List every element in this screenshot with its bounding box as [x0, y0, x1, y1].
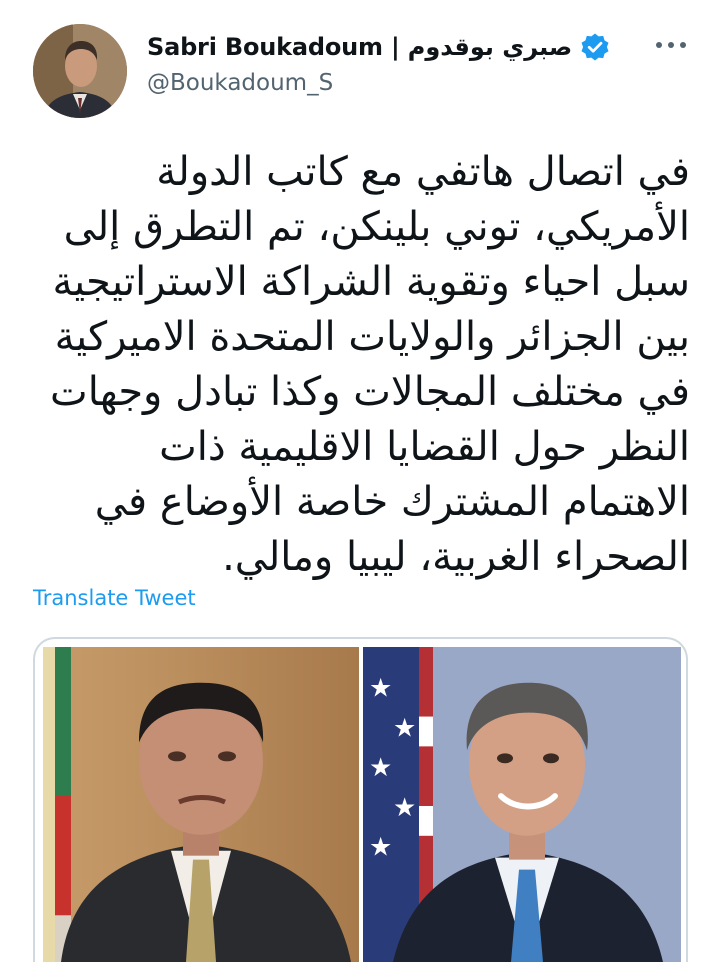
author-avatar[interactable]	[33, 24, 127, 118]
more-horizontal-icon	[656, 42, 662, 48]
translate-tweet-link[interactable]: Translate Tweet	[33, 586, 196, 610]
photo-portrait-left	[43, 647, 359, 962]
profile-photo-icon	[33, 24, 127, 118]
tweet-media[interactable]: ★ ★ ★ ★ ★	[33, 637, 688, 962]
media-photo-left[interactable]	[43, 647, 359, 962]
author-handle[interactable]: @Boukadoum_S	[147, 70, 333, 96]
tweet-text: في اتصال هاتفي مع كاتب الدولة الأمريكي، …	[37, 149, 690, 580]
svg-text:★: ★	[393, 793, 416, 823]
tweet-card: Sabri Boukadoum | صبري بوقدوم @Boukadoum…	[0, 0, 720, 962]
author-name-row[interactable]: Sabri Boukadoum | صبري بوقدوم	[147, 30, 610, 64]
author-display-name[interactable]: Sabri Boukadoum | صبري بوقدوم	[147, 33, 572, 61]
more-options-button[interactable]	[654, 32, 688, 58]
verified-badge-icon	[581, 33, 609, 61]
media-photo-right[interactable]: ★ ★ ★ ★ ★	[363, 647, 681, 962]
photo-portrait-right: ★ ★ ★ ★ ★	[363, 647, 681, 962]
svg-text:★: ★	[369, 833, 392, 863]
more-horizontal-icon-dot	[680, 42, 686, 48]
svg-text:★: ★	[369, 753, 392, 783]
svg-text:★: ★	[393, 714, 416, 744]
svg-text:★: ★	[369, 674, 392, 704]
more-horizontal-icon-dot	[668, 42, 674, 48]
